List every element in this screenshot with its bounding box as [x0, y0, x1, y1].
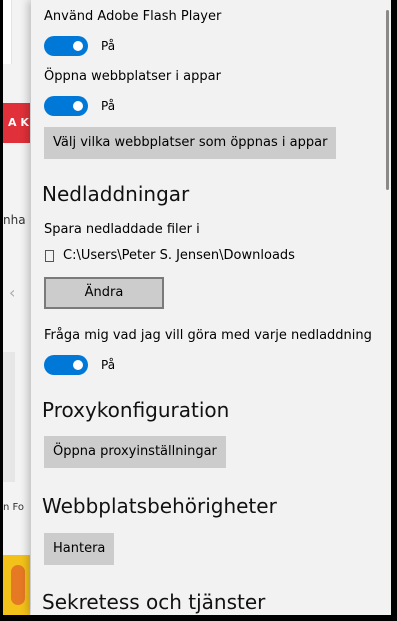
flash-player-toggle-state: På: [101, 39, 116, 53]
proxy-heading: Proxykonfiguration: [42, 398, 230, 422]
ask-download-label: Fråga mig vad jag vill göra med varje ne…: [44, 328, 372, 343]
ask-download-toggle-state: På: [101, 358, 116, 372]
scrollbar[interactable]: [386, 10, 389, 190]
browser-window: A K nha ‹ n Fo Använd Adobe Flash Player…: [3, 0, 391, 615]
background-caption: n Fo: [3, 502, 25, 513]
toggle-knob: [73, 360, 83, 370]
manage-permissions-button[interactable]: Hantera: [44, 533, 115, 565]
choose-sites-button[interactable]: Välj vilka webbplatser som öppnas i appa…: [44, 127, 337, 159]
background-page-header: [3, 0, 12, 64]
background-image: [3, 352, 15, 482]
download-path: C:\Users\Peter S. Jensen\Downloads: [63, 248, 295, 263]
background-banner[interactable]: A K: [3, 103, 30, 143]
open-in-apps-toggle[interactable]: [44, 96, 88, 116]
settings-panel: Använd Adobe Flash Player På Öppna webbp…: [31, 0, 391, 615]
change-button[interactable]: Ändra: [44, 277, 164, 309]
background-page: A K nha ‹ n Fo: [3, 0, 31, 615]
background-text: nha: [3, 213, 26, 227]
proxy-settings-button[interactable]: Öppna proxyinställningar: [44, 436, 226, 468]
toggle-knob: [73, 101, 83, 111]
open-in-apps-toggle-state: På: [101, 99, 116, 113]
background-thumbnail-shape: [11, 565, 25, 605]
toggle-knob: [73, 41, 83, 51]
open-in-apps-label: Öppna webbplatser i appar: [44, 69, 221, 84]
chevron-left-icon[interactable]: ‹: [9, 283, 15, 302]
flash-player-toggle[interactable]: [44, 36, 88, 56]
permissions-heading: Webbplatsbehörigheter: [42, 494, 277, 518]
folder-icon: [45, 250, 54, 262]
downloads-heading: Nedladdningar: [42, 182, 190, 206]
flash-player-label: Använd Adobe Flash Player: [44, 9, 222, 24]
ask-download-toggle[interactable]: [44, 355, 88, 375]
privacy-heading: Sekretess och tjänster: [42, 590, 266, 614]
save-location-label: Spara nedladdade filer i: [44, 222, 200, 237]
